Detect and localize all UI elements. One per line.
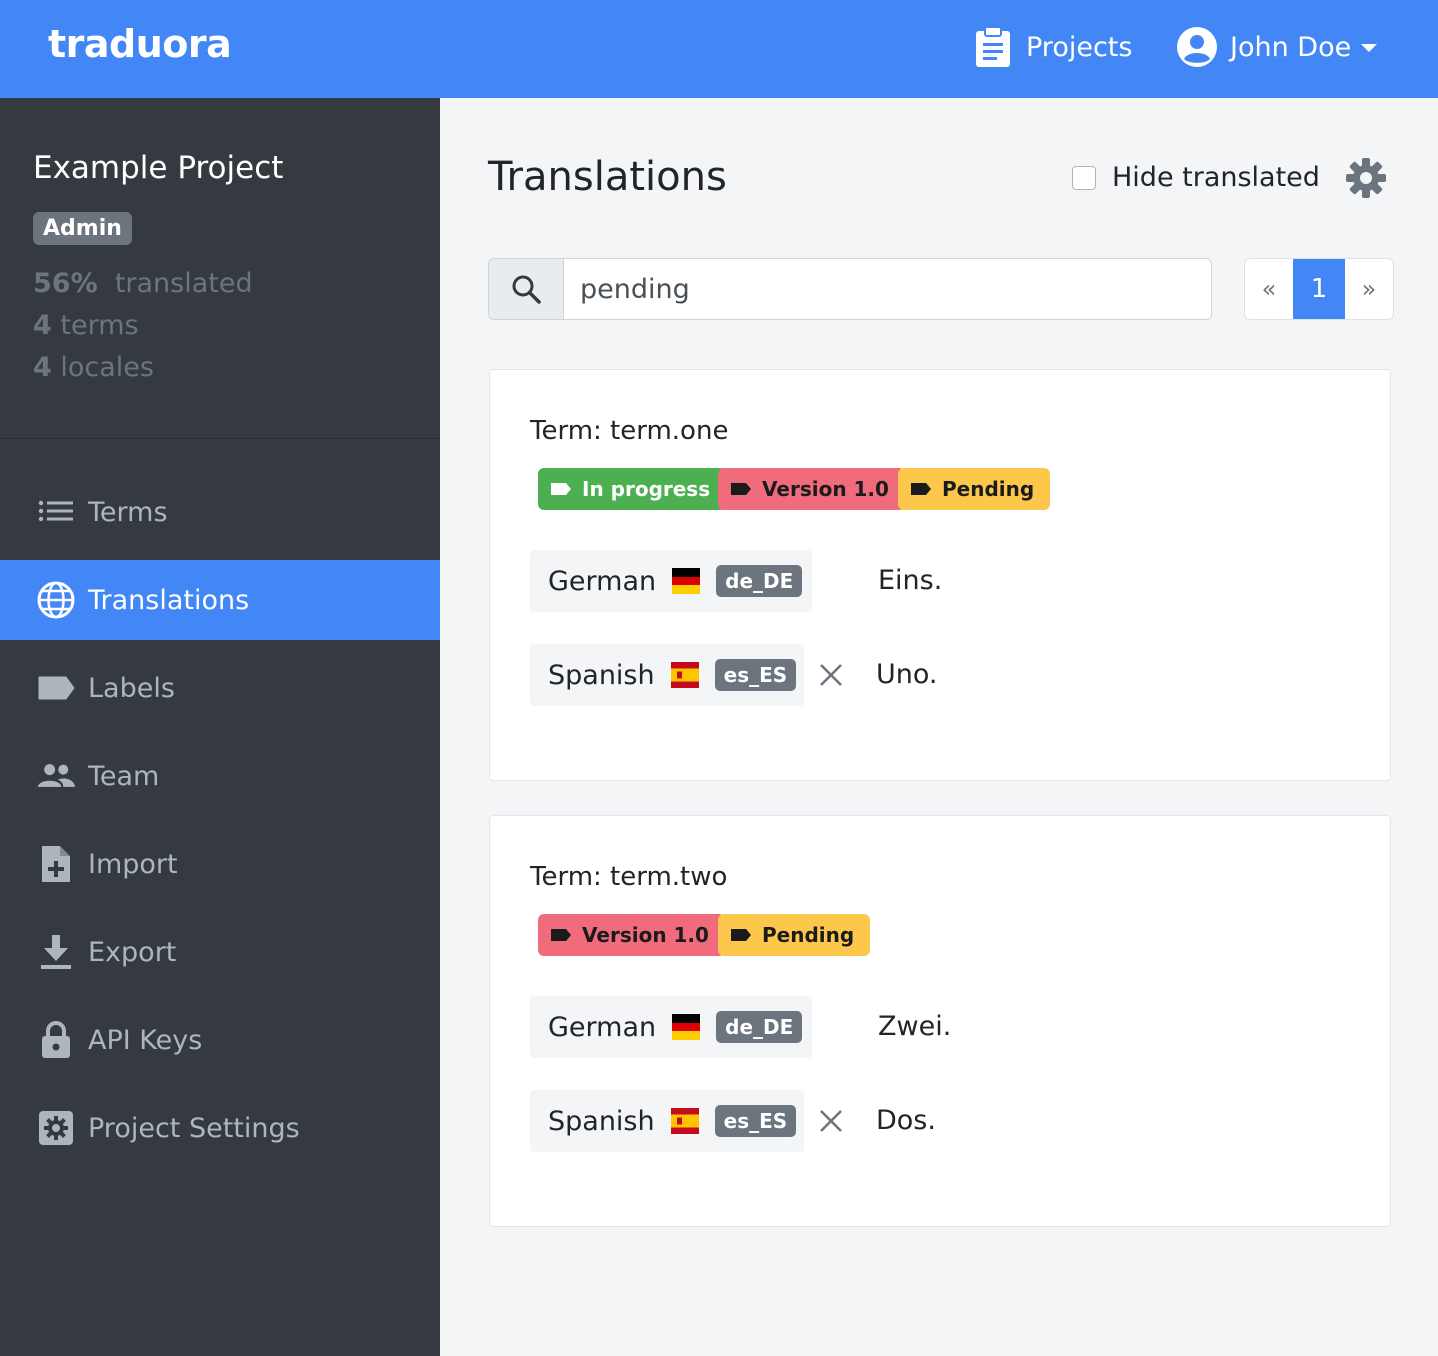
pagination-prev[interactable]: « xyxy=(1245,259,1293,319)
sidebar-item-label: Team xyxy=(88,760,160,792)
sidebar-item-label: Terms xyxy=(88,496,168,528)
stat-locales: 4 locales xyxy=(33,352,154,383)
close-icon[interactable] xyxy=(818,662,844,688)
hide-translated-label[interactable]: Hide translated xyxy=(1112,162,1320,193)
sidebar-item-label: Project Settings xyxy=(88,1112,300,1144)
hide-translated-checkbox[interactable] xyxy=(1072,166,1096,190)
flag-es-icon xyxy=(670,662,699,688)
sidebar-item-label: Translations xyxy=(88,584,250,616)
label-badge[interactable]: Pending xyxy=(718,914,871,956)
projects-nav-link[interactable]: Projects xyxy=(974,26,1132,68)
locale-tag: German de_DE xyxy=(530,996,812,1058)
search-icon xyxy=(512,275,541,304)
label-badge[interactable]: Pending xyxy=(898,468,1051,510)
pagination-next[interactable]: » xyxy=(1345,259,1393,319)
translation-text[interactable]: Zwei. xyxy=(878,1011,951,1042)
tag-icon xyxy=(551,929,571,941)
term-card: Term: term.two Version 1.0 Pending Germa… xyxy=(489,815,1391,1227)
list-icon xyxy=(38,500,73,522)
search-input[interactable] xyxy=(564,259,1211,319)
translation-text[interactable]: Dos. xyxy=(876,1105,936,1136)
tag-icon xyxy=(731,483,751,495)
term-title: Term: term.one xyxy=(530,416,729,446)
translation-text[interactable]: Eins. xyxy=(878,565,942,596)
tag-icon xyxy=(731,929,751,941)
flag-de-icon xyxy=(672,1014,701,1041)
sidebar-divider xyxy=(0,438,440,439)
clipboard-icon xyxy=(976,26,1010,67)
pagination: « 1 » xyxy=(1244,258,1394,320)
sidebar-item-export[interactable]: Export xyxy=(0,912,440,992)
close-icon[interactable] xyxy=(818,1108,844,1134)
stat-terms: 4 terms xyxy=(33,310,139,341)
label-badge[interactable]: In progress xyxy=(538,468,727,510)
locale-tag: Spanish es_ES xyxy=(530,644,804,706)
sidebar-item-label: Labels xyxy=(88,672,175,704)
globe-icon xyxy=(37,581,75,619)
page-title: Translations xyxy=(488,154,727,200)
sidebar-item-translations[interactable]: Translations xyxy=(0,560,440,640)
file-plus-icon xyxy=(42,846,70,882)
locale-language: German xyxy=(548,565,657,597)
sidebar: Example Project Admin 56% translated 4 t… xyxy=(0,98,440,1356)
label-badge[interactable]: Version 1.0 xyxy=(538,914,725,956)
sidebar-item-label: API Keys xyxy=(88,1024,203,1056)
brand-logo[interactable]: traduora xyxy=(48,22,232,66)
locale-code-badge: es_ES xyxy=(714,659,797,691)
locale-language: Spanish xyxy=(548,659,655,691)
sidebar-item-team[interactable]: Team xyxy=(0,736,440,816)
flag-es-icon xyxy=(670,1108,699,1134)
locale-code-badge: es_ES xyxy=(714,1105,797,1137)
project-name: Example Project xyxy=(33,150,284,186)
sidebar-item-import[interactable]: Import xyxy=(0,824,440,904)
search-group xyxy=(488,258,1212,320)
projects-label: Projects xyxy=(1026,31,1133,63)
role-badge: Admin xyxy=(33,212,132,245)
stat-translated: 56% translated xyxy=(33,268,253,299)
sidebar-item-api-keys[interactable]: API Keys xyxy=(0,1000,440,1080)
settings-icon xyxy=(39,1111,73,1145)
user-circle-icon xyxy=(1177,27,1217,67)
sidebar-item-label: Import xyxy=(88,848,178,880)
locale-code-badge: de_DE xyxy=(716,565,803,597)
locale-code-badge: de_DE xyxy=(716,1011,803,1043)
locale-tag: Spanish es_ES xyxy=(530,1090,804,1152)
sidebar-item-labels[interactable]: Labels xyxy=(0,648,440,728)
locale-language: Spanish xyxy=(548,1105,655,1137)
locale-tag: German de_DE xyxy=(530,550,812,612)
chevron-down-icon xyxy=(1361,44,1378,52)
sidebar-item-project-settings[interactable]: Project Settings xyxy=(0,1088,440,1168)
translation-text[interactable]: Uno. xyxy=(876,659,938,690)
lock-icon xyxy=(42,1021,70,1058)
team-icon xyxy=(37,764,76,787)
tag-icon xyxy=(911,483,931,495)
download-icon xyxy=(41,935,71,969)
gear-icon[interactable] xyxy=(1344,156,1388,200)
flag-de-icon xyxy=(672,568,701,595)
user-name: John Doe xyxy=(1230,31,1352,63)
sidebar-item-label: Export xyxy=(88,936,177,968)
user-menu-dropdown[interactable]: John Doe xyxy=(1176,26,1378,68)
search-addon xyxy=(489,259,564,319)
sidebar-item-terms[interactable]: Terms xyxy=(0,472,440,552)
pagination-page[interactable]: 1 xyxy=(1293,259,1345,319)
top-navbar: traduora Projects John Doe xyxy=(0,0,1438,98)
tag-icon xyxy=(551,483,571,495)
label-icon xyxy=(38,676,75,700)
locale-language: German xyxy=(548,1011,657,1043)
term-card: Term: term.one In progress Version 1.0 P… xyxy=(489,369,1391,781)
label-badge[interactable]: Version 1.0 xyxy=(718,468,905,510)
term-title: Term: term.two xyxy=(530,862,728,892)
